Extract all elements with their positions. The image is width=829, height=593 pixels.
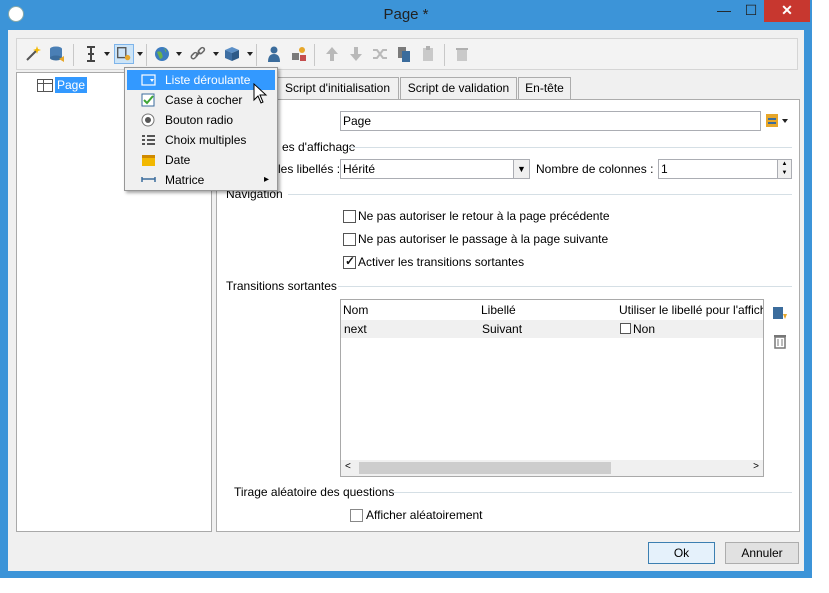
toolbar-separator	[314, 44, 315, 66]
globe-icon[interactable]	[152, 44, 172, 64]
toolbar-separator	[256, 44, 257, 66]
scroll-left-icon[interactable]: <	[345, 461, 351, 472]
person-icon[interactable]	[264, 44, 284, 64]
section-divider	[338, 286, 792, 287]
no-back-label: Ne pas autoriser le retour à la page pré…	[358, 209, 610, 223]
scrollbar-thumb[interactable]	[359, 462, 611, 474]
paste-icon[interactable]	[418, 44, 438, 64]
section-divider	[348, 147, 792, 148]
row-use-label-checkbox[interactable]	[620, 323, 631, 334]
database-icon[interactable]	[47, 44, 67, 64]
maximize-button[interactable]: ☐	[737, 0, 765, 22]
package-dropdown-arrow[interactable]	[247, 52, 253, 56]
edit-transition-icon[interactable]	[771, 304, 789, 322]
random-display-checkbox[interactable]	[350, 509, 363, 522]
arrow-down-icon[interactable]	[346, 44, 366, 64]
dialog-window: Page * — ☐ ✕ Page Script d'initialisatio…	[0, 0, 812, 578]
title-bar[interactable]: Page * — ☐ ✕	[0, 0, 812, 30]
page-node-icon	[37, 79, 53, 92]
tab-validation-script[interactable]: Script de validation	[400, 77, 517, 99]
columns-count-label: Nombre de colonnes :	[536, 162, 654, 176]
copy-icon[interactable]	[394, 44, 414, 64]
section-divider	[393, 492, 792, 493]
scroll-right-icon[interactable]: >	[753, 461, 759, 472]
matrix-icon	[141, 177, 156, 182]
submenu-arrow-icon: ▸	[263, 174, 269, 185]
enable-transitions-label: Activer les transitions sortantes	[358, 255, 525, 269]
checkbox-icon	[141, 93, 155, 107]
arrow-up-icon[interactable]	[322, 44, 342, 64]
cancel-button[interactable]: Annuler	[725, 542, 799, 564]
enable-transitions-checkbox[interactable]	[343, 254, 356, 269]
transitions-table: Nom Libellé Utiliser le libellé pour l'a…	[340, 299, 764, 477]
date-icon	[142, 155, 155, 166]
package-icon[interactable]	[222, 44, 242, 64]
columns-count-value: 1	[661, 162, 668, 176]
ok-button[interactable]: Ok	[648, 542, 715, 564]
text-dropdown-arrow[interactable]	[104, 52, 110, 56]
tree-item-page[interactable]: Page	[55, 77, 88, 93]
row-name: next	[344, 322, 367, 336]
column-header-name[interactable]: Nom	[343, 303, 368, 317]
field-insert-icon[interactable]	[114, 44, 134, 64]
minimize-button[interactable]: —	[710, 0, 738, 22]
link-dropdown-arrow[interactable]	[213, 52, 219, 56]
no-back-checkbox[interactable]	[343, 210, 356, 223]
toolbar	[16, 38, 798, 70]
table-row[interactable]: next Suivant Non	[341, 320, 763, 338]
mouse-cursor-icon	[253, 83, 268, 104]
row-use-label-value: Non	[633, 322, 656, 336]
tab-init-script[interactable]: Script d'initialisation	[276, 77, 399, 99]
label-position-value: Hérité	[343, 162, 376, 176]
shapes-icon[interactable]	[289, 44, 309, 64]
stepper-up-icon[interactable]: ▲	[777, 160, 791, 169]
stepper-down-icon[interactable]: ▼	[777, 169, 791, 178]
menu-item-date[interactable]: Date	[127, 150, 275, 170]
column-header-label[interactable]: Libellé	[481, 303, 516, 317]
delete-transition-icon[interactable]	[771, 332, 789, 350]
delete-icon[interactable]	[452, 44, 472, 64]
radio-button-icon	[141, 113, 155, 127]
no-next-checkbox[interactable]	[343, 233, 356, 246]
dropdown-list-icon	[141, 74, 156, 86]
no-next-label: Ne pas autoriser le passage à la page su…	[358, 232, 609, 246]
globe-dropdown-arrow[interactable]	[176, 52, 182, 56]
label-position-label: les libellés :	[278, 162, 341, 176]
link-icon[interactable]	[188, 44, 208, 64]
table-header: Nom Libellé Utiliser le libellé pour l'a…	[341, 300, 763, 320]
tab-header[interactable]: En-tête	[518, 77, 571, 99]
chevron-down-icon[interactable]: ▼	[513, 160, 529, 178]
multiple-choice-icon	[142, 135, 155, 145]
column-header-use-label[interactable]: Utiliser le libellé pour l'affich	[619, 303, 763, 317]
close-button[interactable]: ✕	[764, 0, 810, 22]
columns-count-stepper[interactable]: 1 ▲ ▼	[658, 159, 792, 179]
shuffle-icon[interactable]	[370, 44, 390, 64]
label-position-select[interactable]: Hérité ▼	[340, 159, 530, 179]
section-transitions-title: Transitions sortantes	[226, 279, 337, 293]
field-dropdown-arrow[interactable]	[137, 52, 143, 56]
toolbar-separator	[146, 44, 147, 66]
menu-item-multiple-choice[interactable]: Choix multiples	[127, 130, 275, 150]
menu-item-radio[interactable]: Bouton radio	[127, 110, 275, 130]
toolbar-separator	[444, 44, 445, 66]
random-display-label: Afficher aléatoirement	[366, 508, 483, 522]
menu-item-matrix[interactable]: Matrice ▸	[127, 170, 275, 190]
window-title: Page *	[383, 6, 429, 23]
text-cursor-icon[interactable]	[81, 44, 101, 64]
section-display-title: es d'affichage	[282, 140, 356, 154]
magic-wand-icon[interactable]	[23, 44, 43, 64]
label-input[interactable]: Page	[340, 111, 761, 131]
row-label: Suivant	[482, 322, 523, 336]
section-divider	[288, 194, 792, 195]
section-random-title: Tirage aléatoire des questions	[234, 485, 395, 499]
toolbar-separator	[73, 44, 74, 66]
horizontal-scrollbar[interactable]: < >	[341, 460, 763, 476]
label-editor-icon[interactable]	[765, 113, 791, 129]
